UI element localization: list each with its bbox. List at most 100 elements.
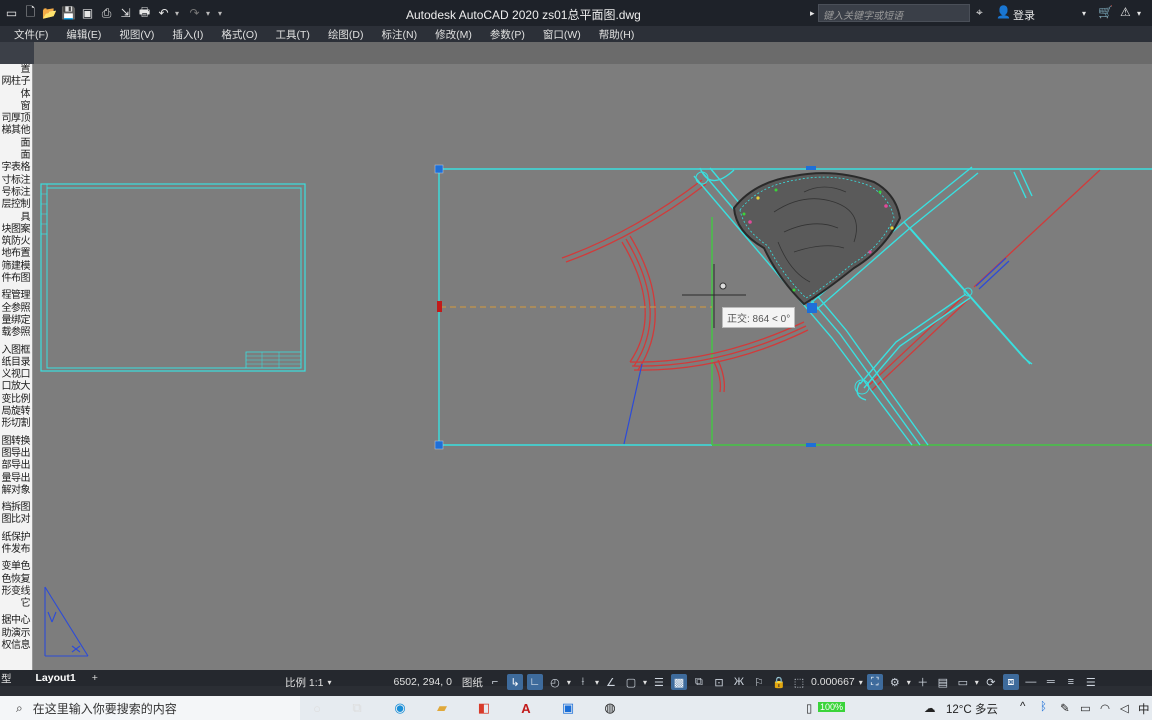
snap-grid-icon[interactable]: ⌐ — [487, 674, 503, 690]
palette-item[interactable]: 量导出 — [0, 473, 32, 485]
volume-icon[interactable]: ◁ — [1120, 701, 1129, 715]
quick-properties-dropdown-icon[interactable]: ▾ — [975, 678, 979, 687]
tray-expand-icon[interactable]: ^ — [1020, 701, 1025, 713]
dynamic-ucs-icon[interactable]: ⊡ — [711, 674, 727, 690]
battery-icon[interactable]: ▯ — [806, 701, 812, 715]
palette-item[interactable]: 面 — [0, 150, 32, 162]
polar-tracking-icon[interactable]: ◴ — [547, 674, 563, 690]
redo-icon[interactable]: ↷ — [187, 6, 202, 21]
palette-item[interactable]: 纸目录 — [0, 357, 32, 369]
layout1-tab[interactable]: Layout1 — [28, 672, 84, 684]
palette-item[interactable]: 具 — [0, 212, 32, 224]
menu-parametric[interactable]: 参数(P) — [490, 27, 525, 42]
ime-indicator[interactable]: 中 — [1138, 701, 1150, 717]
palette-item[interactable]: 窗 — [0, 101, 32, 113]
palette-item[interactable]: 梯其他 — [0, 125, 32, 137]
customize-menu-icon[interactable]: ☰ — [1083, 674, 1099, 690]
model-tab[interactable]: 型 — [0, 671, 20, 686]
palette-item[interactable]: 件布图 — [0, 273, 32, 285]
autocad-taskbar-icon[interactable]: A — [516, 699, 536, 717]
menu-view[interactable]: 视图(V) — [119, 27, 154, 42]
add-layout-button[interactable]: + — [84, 672, 106, 684]
menu-dimension[interactable]: 标注(N) — [382, 27, 418, 42]
login-dropdown-icon[interactable]: ▾ — [1082, 9, 1086, 18]
snap-mode-icon[interactable]: ↳ — [506, 674, 523, 690]
polar-dropdown-icon[interactable]: ▾ — [567, 678, 571, 687]
object-snap-icon[interactable]: ▢ — [623, 674, 639, 690]
menu-edit[interactable]: 编辑(E) — [66, 27, 101, 42]
start-tab[interactable] — [0, 42, 34, 64]
selection-cycling-icon[interactable]: ⧉ — [691, 674, 707, 690]
open-folder-icon[interactable]: 📂 — [42, 6, 57, 21]
palette-item[interactable]: 体 — [0, 89, 32, 101]
palette-item[interactable]: 图导出 — [0, 448, 32, 460]
isodraft-icon[interactable]: ⟊ — [575, 674, 591, 690]
menu-insert[interactable]: 插入(I) — [172, 27, 203, 42]
palette-item[interactable]: 档拆图 — [0, 502, 32, 514]
publish-icon[interactable]: ⎙ — [99, 6, 114, 21]
search-expand-icon[interactable]: ▸ — [810, 8, 815, 19]
coordinates-readout[interactable]: 6502, 294, 0 — [394, 676, 452, 688]
plot-icon[interactable]: 🖶 — [137, 5, 152, 21]
palette-item[interactable]: 块图案 — [0, 224, 32, 236]
units-icon[interactable]: ▤ — [935, 674, 951, 690]
annotation-scale-value[interactable]: 0.000667 — [811, 676, 855, 688]
palette-item[interactable]: 量绑定 — [0, 315, 32, 327]
status-icon-1[interactable]: — — [1023, 674, 1039, 690]
palette-item[interactable]: 变单色 — [0, 561, 32, 573]
pen-icon[interactable]: ✎ — [1060, 701, 1070, 715]
task-view-icon[interactable]: ⧉ — [347, 699, 367, 717]
palette-item[interactable]: 字表格 — [0, 162, 32, 174]
menu-draw[interactable]: 绘图(D) — [328, 27, 364, 42]
palette-item[interactable]: 形变线 — [0, 586, 32, 598]
obs-icon[interactable]: ◍ — [600, 699, 620, 717]
palette-item[interactable]: 程管理 — [0, 290, 32, 302]
viewport-scale[interactable]: 比例 1:1 — [285, 675, 324, 690]
office-icon[interactable]: ◧ — [474, 699, 494, 717]
cad-logo-icon[interactable]: ▭ — [4, 6, 19, 21]
graphics-performance-icon[interactable]: ⟳ — [983, 674, 999, 690]
save-icon[interactable]: 💾 — [61, 6, 76, 21]
maximize-viewport-icon[interactable]: ⛶ — [866, 674, 883, 690]
palette-item[interactable]: 部导出 — [0, 460, 32, 472]
palette-item[interactable]: 层控制 — [0, 199, 32, 211]
palette-item[interactable]: 据中心 — [0, 615, 32, 627]
network-icon[interactable]: ▭ — [1080, 701, 1091, 715]
isolate-objects-icon[interactable]: ⬚ — [791, 674, 807, 690]
store-icon[interactable]: ▣ — [558, 699, 578, 717]
bluetooth-icon[interactable]: ᛒ — [1040, 701, 1047, 713]
export-icon[interactable]: ⇲ — [118, 6, 133, 21]
save-as-icon[interactable]: ▣ — [80, 6, 95, 21]
help-search-input[interactable]: 键入关键字或短语 — [818, 4, 970, 22]
palette-item[interactable]: 图转换 — [0, 436, 32, 448]
undo-dropdown-icon[interactable]: ▾ — [175, 9, 183, 18]
paper-space-toggle[interactable]: 图纸 — [462, 675, 483, 690]
status-icon-2[interactable]: ═ — [1043, 674, 1059, 690]
login-link[interactable]: 登录 — [1013, 7, 1035, 23]
edge-browser-icon[interactable]: ◉ — [390, 699, 410, 717]
palette-item[interactable]: 件发布 — [0, 544, 32, 556]
scale-dropdown-icon[interactable]: ▾ — [328, 678, 332, 687]
wifi-icon[interactable]: ◠ — [1100, 701, 1110, 715]
help-dropdown-icon[interactable]: ▾ — [1137, 9, 1141, 18]
file-explorer-icon[interactable]: ▰ — [432, 699, 452, 717]
menu-tools[interactable]: 工具(T) — [276, 27, 310, 42]
status-icon-3[interactable]: ≡ — [1063, 674, 1079, 690]
osnap-dropdown-icon[interactable]: ▾ — [643, 678, 647, 687]
palette-item[interactable]: 纸保护 — [0, 532, 32, 544]
taskbar-search[interactable]: ⌕ 在这里输入你要搜索的内容 — [0, 696, 300, 720]
ortho-mode-icon[interactable]: ∟ — [526, 674, 543, 690]
new-file-icon[interactable]: 🗋 — [23, 5, 38, 21]
drawing-canvas[interactable]: 正交: 864 < 0° — [34, 42, 1152, 670]
auto-scale-icon[interactable]: ⚐ — [751, 674, 767, 690]
menu-file[interactable]: 文件(F) — [14, 27, 48, 42]
lineweight-icon[interactable]: ☰ — [651, 674, 667, 690]
binoculars-icon[interactable]: ⌖ — [976, 5, 983, 20]
menu-modify[interactable]: 修改(M) — [435, 27, 472, 42]
palette-item[interactable]: 解对象 — [0, 485, 32, 497]
a360-icon[interactable]: ⚠ — [1120, 5, 1131, 19]
palette-item[interactable]: 号标注 — [0, 187, 32, 199]
palette-item[interactable]: 权信息 — [0, 640, 32, 652]
user-icon[interactable]: 👤 — [996, 5, 1011, 19]
palette-item[interactable]: 筛建模 — [0, 261, 32, 273]
